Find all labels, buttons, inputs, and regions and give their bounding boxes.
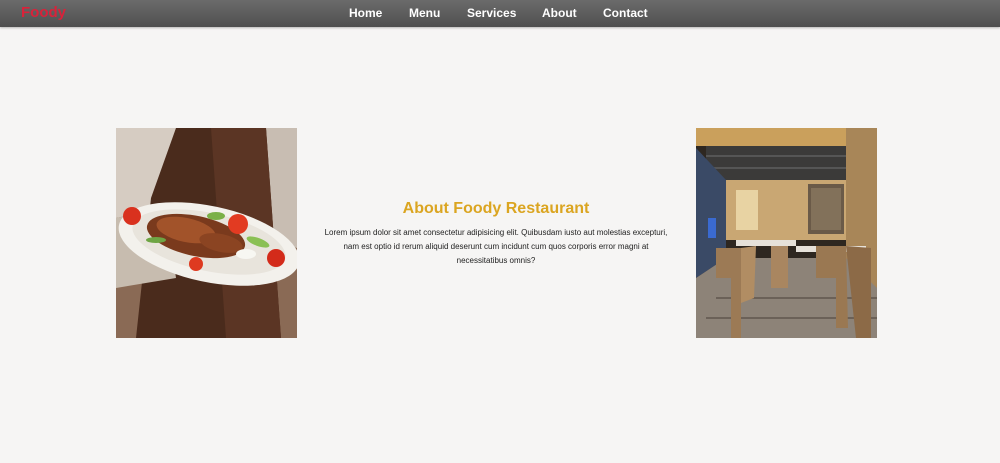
nav-link-contact[interactable]: Contact	[603, 6, 648, 20]
nav-link-about[interactable]: About	[542, 6, 577, 20]
restaurant-interior-photo	[696, 128, 877, 338]
nav-link-home[interactable]: Home	[349, 6, 382, 20]
nav-link-menu[interactable]: Menu	[409, 6, 440, 20]
about-description: Lorem ipsum dolor sit amet consectetur a…	[324, 228, 668, 265]
about-title: About Foody Restaurant	[402, 200, 590, 217]
nav-link-services[interactable]: Services	[467, 6, 516, 20]
about-text-block: About Foody Restaurant Lorem ipsum dolor…	[318, 200, 674, 268]
about-section: About Foody Restaurant Lorem ipsum dolor…	[0, 27, 1000, 463]
waiter-food-photo	[116, 128, 297, 338]
navbar: Foody Home Menu Services About Contact	[0, 0, 1000, 27]
nav-links: Home Menu Services About Contact	[0, 0, 1000, 27]
